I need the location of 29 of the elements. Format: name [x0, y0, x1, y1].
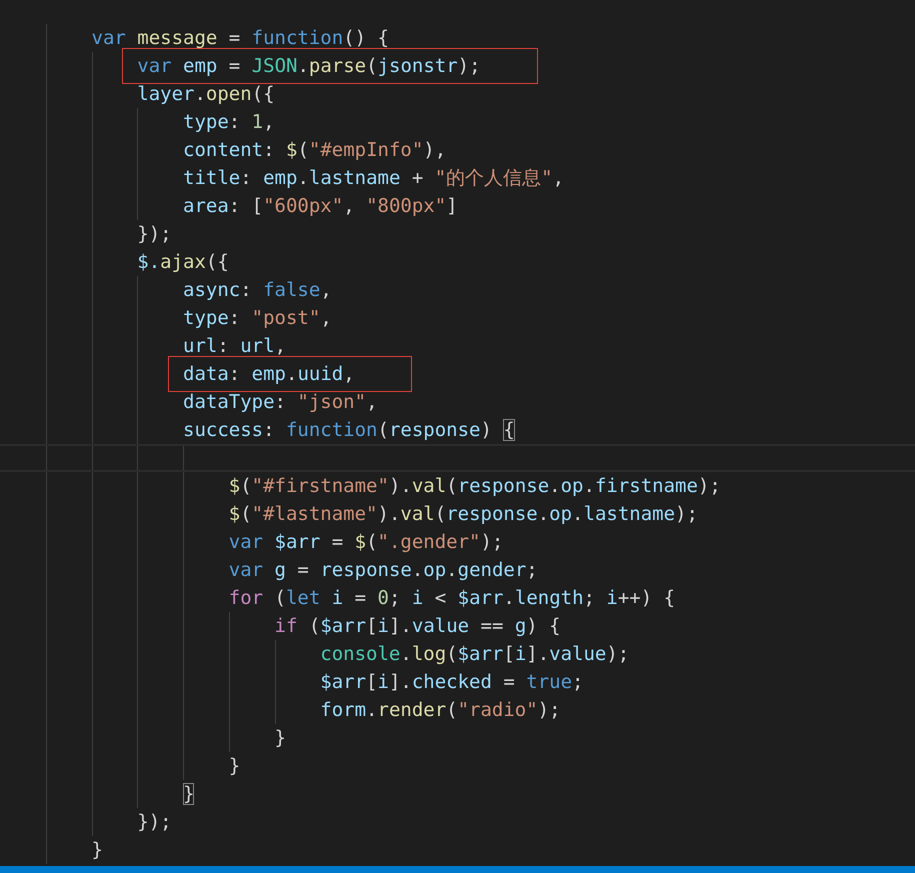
code-line: $.ajax({	[137, 250, 229, 275]
code-line: var emp = JSON.parse(jsonstr);	[137, 54, 481, 79]
code-line: if ($arr[i].value == g) {	[274, 614, 561, 639]
code-line: type: "post",	[183, 306, 332, 331]
code-line: $("#firstname").val(response.op.firstname);	[228, 474, 721, 499]
code-line: });	[137, 222, 172, 247]
code-line: var $arr = $(".gender");	[228, 530, 504, 555]
code-line: }	[274, 726, 286, 751]
code-line: success: function(response) {	[183, 418, 515, 443]
code-line: async: false,	[183, 278, 332, 303]
code-line: $("#lastname").val(response.op.lastname);	[228, 502, 698, 527]
code-line: });	[137, 810, 172, 835]
code-line: }	[228, 754, 240, 779]
code-line: }	[183, 782, 194, 807]
code-line: url: url,	[183, 334, 286, 359]
code-line: dataType: "json",	[183, 390, 378, 415]
code-line: var g = response.op.gender;	[228, 558, 538, 583]
code-line: form.render("radio");	[320, 698, 561, 723]
code-line: content: $("#empInfo"),	[183, 138, 446, 163]
code-line: type: 1,	[183, 110, 275, 135]
code-line: data: emp.uuid,	[183, 362, 355, 387]
code-line: var message = function() {	[92, 26, 389, 51]
code-line: }	[92, 838, 103, 863]
code-line: title: emp.lastname + "的个人信息",	[183, 166, 564, 191]
code-line: area: ["600px", "800px"]	[183, 194, 458, 219]
code-line: for (let i = 0; i < $arr.length; i++) {	[228, 586, 676, 611]
code-line: console.log($arr[i].value);	[320, 642, 630, 667]
code-line: layer.open({	[137, 82, 275, 107]
code-line: $arr[i].checked = true;	[320, 670, 584, 695]
